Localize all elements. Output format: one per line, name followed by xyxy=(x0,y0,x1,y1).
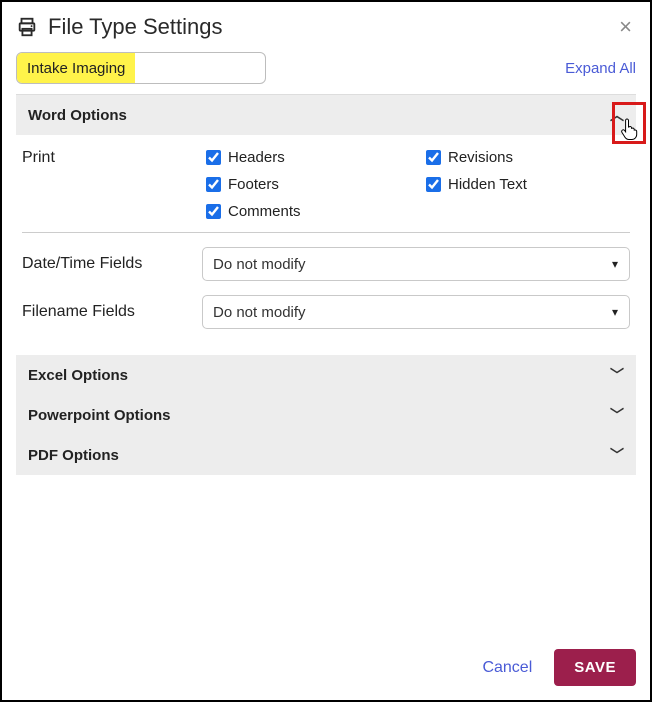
save-button[interactable]: SAVE xyxy=(554,649,636,686)
section-title: Word Options xyxy=(28,107,127,124)
section-title: Powerpoint Options xyxy=(28,407,171,424)
cancel-button[interactable]: Cancel xyxy=(476,658,538,678)
filename-label: Filename Fields xyxy=(22,303,182,321)
chevron-down-icon: ﹀ xyxy=(610,405,624,425)
checkbox-label: Headers xyxy=(228,149,285,166)
print-checkbox-grid: Headers Revisions Footers Hidden Text xyxy=(202,147,527,222)
dialog-footer: Cancel SAVE xyxy=(16,649,636,686)
filename-select[interactable]: Do not modify xyxy=(202,295,630,329)
dialog-header: File Type Settings × xyxy=(16,14,636,40)
checkbox-hidden-text-input[interactable] xyxy=(426,177,441,192)
print-label: Print xyxy=(22,147,182,167)
accordion: Word Options ︿ Print Headers Revisions xyxy=(16,94,636,475)
file-type-settings-dialog: File Type Settings × Intake Imaging Expa… xyxy=(0,0,652,702)
checkbox-hidden-text[interactable]: Hidden Text xyxy=(422,174,527,195)
date-time-label: Date/Time Fields xyxy=(22,255,182,273)
checkbox-headers-input[interactable] xyxy=(206,150,221,165)
filename-fields-row: Filename Fields Do not modify xyxy=(22,295,630,329)
context-row: Intake Imaging Expand All xyxy=(16,52,636,84)
checkbox-comments[interactable]: Comments xyxy=(202,201,412,222)
date-time-fields-row: Date/Time Fields Do not modify xyxy=(22,247,630,281)
checkbox-label: Revisions xyxy=(448,149,513,166)
date-time-select-wrap: Do not modify xyxy=(202,247,630,281)
checkbox-label: Comments xyxy=(228,203,301,220)
dialog-title: File Type Settings xyxy=(48,14,222,40)
checkbox-label: Hidden Text xyxy=(448,176,527,193)
divider xyxy=(22,232,630,233)
date-time-select[interactable]: Do not modify xyxy=(202,247,630,281)
chevron-up-icon: ︿ xyxy=(610,105,624,125)
context-label: Intake Imaging xyxy=(17,53,135,83)
checkbox-revisions-input[interactable] xyxy=(426,150,441,165)
checkbox-revisions[interactable]: Revisions xyxy=(422,147,527,168)
chevron-down-icon: ﹀ xyxy=(610,365,624,385)
close-icon[interactable]: × xyxy=(615,16,636,38)
section-word-options[interactable]: Word Options ︿ xyxy=(16,95,636,135)
filename-select-wrap: Do not modify xyxy=(202,295,630,329)
section-title: Excel Options xyxy=(28,367,128,384)
section-title: PDF Options xyxy=(28,447,119,464)
print-row: Print Headers Revisions Footers xyxy=(22,147,630,222)
checkbox-footers[interactable]: Footers xyxy=(202,174,412,195)
checkbox-footers-input[interactable] xyxy=(206,177,221,192)
expand-all-link[interactable]: Expand All xyxy=(565,60,636,77)
checkbox-comments-input[interactable] xyxy=(206,204,221,219)
printer-icon xyxy=(16,16,38,38)
checkbox-headers[interactable]: Headers xyxy=(202,147,412,168)
checkbox-label: Footers xyxy=(228,176,279,193)
section-excel-options[interactable]: Excel Options ﹀ xyxy=(16,355,636,395)
section-pdf-options[interactable]: PDF Options ﹀ xyxy=(16,435,636,475)
section-powerpoint-options[interactable]: Powerpoint Options ﹀ xyxy=(16,395,636,435)
chevron-down-icon: ﹀ xyxy=(610,445,624,465)
word-options-panel: Print Headers Revisions Footers xyxy=(16,135,636,355)
context-input[interactable]: Intake Imaging xyxy=(16,52,266,84)
